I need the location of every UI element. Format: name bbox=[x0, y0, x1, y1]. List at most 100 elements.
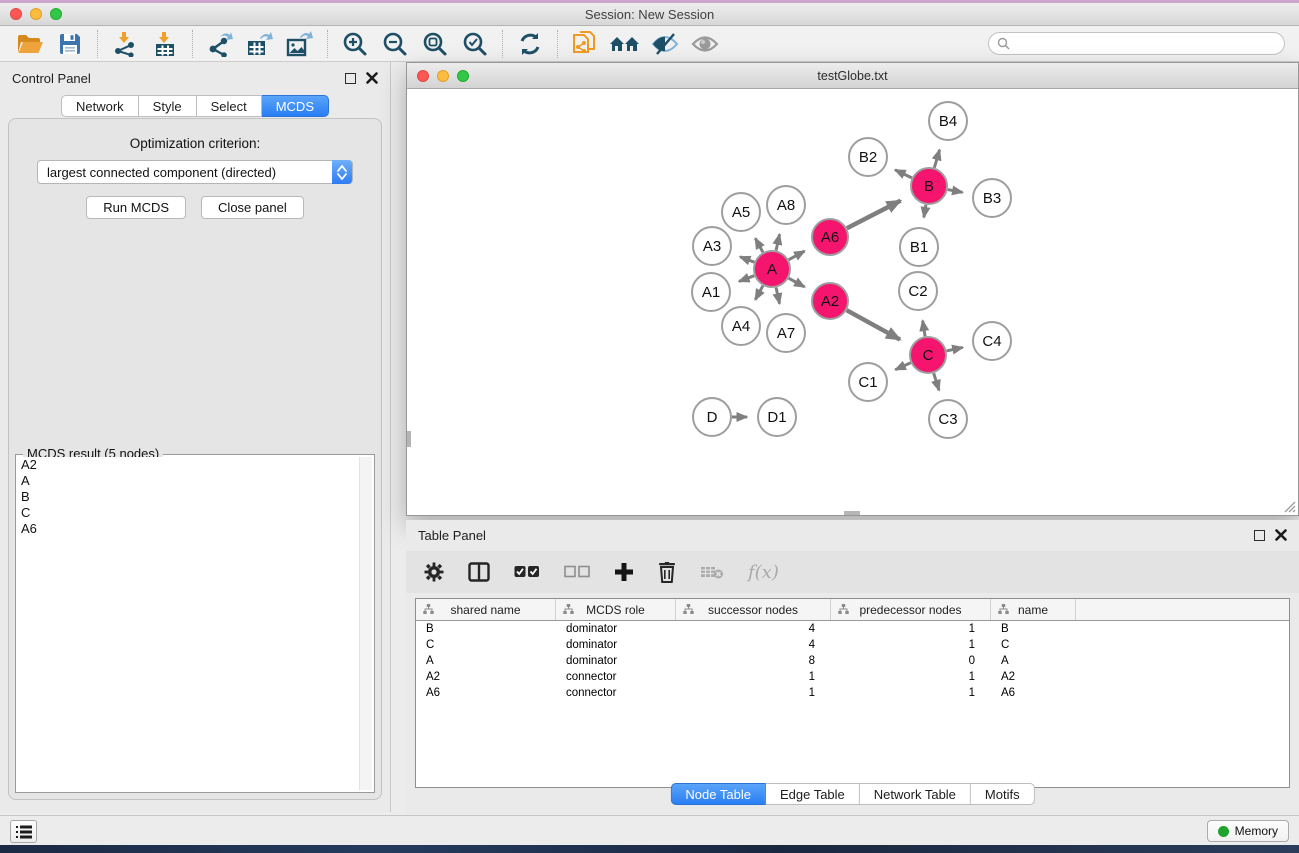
graph-node-C4[interactable]: C4 bbox=[972, 321, 1012, 361]
clone-network-icon[interactable] bbox=[565, 28, 605, 60]
graph-node-A7[interactable]: A7 bbox=[766, 313, 806, 353]
zoom-selected-icon[interactable] bbox=[455, 28, 495, 60]
graph-edge-C-C1[interactable] bbox=[895, 363, 910, 370]
table-row[interactable]: A2connector11A2 bbox=[416, 669, 1289, 685]
tab-style[interactable]: Style bbox=[139, 95, 197, 117]
column-header-shared-name[interactable]: shared name bbox=[416, 599, 556, 620]
graph-node-A8[interactable]: A8 bbox=[766, 185, 806, 225]
delete-table-icon[interactable] bbox=[700, 564, 724, 580]
graph-node-C1[interactable]: C1 bbox=[848, 362, 888, 402]
network-window-titlebar[interactable]: testGlobe.txt bbox=[407, 63, 1298, 89]
tab-network-table[interactable]: Network Table bbox=[860, 783, 971, 805]
optimization-criterion-dropdown[interactable]: largest connected component (directed) bbox=[37, 160, 353, 184]
column-header-name[interactable]: name bbox=[991, 599, 1076, 620]
graph-edge-B-B4[interactable] bbox=[934, 150, 939, 168]
export-table-icon[interactable] bbox=[240, 28, 280, 60]
float-table-panel-icon[interactable] bbox=[1254, 530, 1265, 541]
zoom-in-icon[interactable] bbox=[335, 28, 375, 60]
table-row[interactable]: Cdominator41C bbox=[416, 637, 1289, 653]
float-panel-icon[interactable] bbox=[345, 73, 356, 84]
graph-node-C2[interactable]: C2 bbox=[898, 271, 938, 311]
close-panel-icon[interactable] bbox=[366, 72, 378, 84]
close-window-icon[interactable] bbox=[10, 8, 22, 20]
result-item[interactable]: A2 bbox=[18, 457, 358, 473]
graph-node-A5[interactable]: A5 bbox=[721, 192, 761, 232]
table-row[interactable]: A6connector11A6 bbox=[416, 685, 1289, 701]
column-header-MCDS-role[interactable]: MCDS role bbox=[556, 599, 676, 620]
graph-node-A[interactable]: A bbox=[753, 250, 791, 288]
graph-edge-C-C2[interactable] bbox=[923, 321, 925, 337]
table-row[interactable]: Adominator80A bbox=[416, 653, 1289, 669]
resize-grip-icon[interactable] bbox=[1282, 499, 1296, 513]
graph-edge-A6-B[interactable] bbox=[847, 201, 901, 229]
network-canvas[interactable]: B4 B2 B B3 A5A8A6 B1 A3 A A1 C2 A2 A4A7 C4 C C1 C3 D D1 bbox=[407, 89, 1298, 515]
graph-edge-A-A8[interactable] bbox=[776, 234, 780, 250]
select-all-checkboxes-icon[interactable] bbox=[514, 565, 540, 579]
graph-edge-A2-C[interactable] bbox=[847, 310, 900, 339]
graph-edge-A-A1[interactable] bbox=[739, 276, 754, 282]
graph-edge-C-C4[interactable] bbox=[947, 347, 963, 351]
zoom-fit-icon[interactable] bbox=[415, 28, 455, 60]
graph-node-C[interactable]: C bbox=[909, 336, 947, 374]
graph-node-A2[interactable]: A2 bbox=[811, 282, 849, 320]
search-input[interactable] bbox=[988, 32, 1285, 55]
maximize-window-icon[interactable] bbox=[50, 8, 62, 20]
canvas-horizontal-scroll-thumb[interactable] bbox=[844, 511, 860, 515]
graph-node-B3[interactable]: B3 bbox=[972, 178, 1012, 218]
tab-select[interactable]: Select bbox=[197, 95, 262, 117]
result-list-scrollbar[interactable] bbox=[359, 457, 372, 790]
save-session-icon[interactable] bbox=[50, 28, 90, 60]
graph-node-B2[interactable]: B2 bbox=[848, 137, 888, 177]
column-split-view-icon[interactable] bbox=[468, 562, 490, 582]
graph-edge-B-B3[interactable] bbox=[948, 190, 963, 193]
function-builder-label[interactable]: f(x) bbox=[748, 562, 779, 583]
close-panel-button[interactable]: Close panel bbox=[201, 196, 304, 219]
tab-node-table[interactable]: Node Table bbox=[670, 783, 766, 805]
graph-node-A6[interactable]: A6 bbox=[811, 218, 849, 256]
show-all-networks-icon[interactable] bbox=[605, 28, 645, 60]
result-item[interactable]: A6 bbox=[18, 521, 358, 537]
graph-edge-A-A3[interactable] bbox=[740, 257, 754, 262]
result-item[interactable]: C bbox=[18, 505, 358, 521]
graph-node-B4[interactable]: B4 bbox=[928, 101, 968, 141]
run-mcds-button[interactable]: Run MCDS bbox=[86, 196, 186, 219]
graph-node-C3[interactable]: C3 bbox=[928, 399, 968, 439]
refresh-layout-icon[interactable] bbox=[510, 28, 550, 60]
tab-edge-table[interactable]: Edge Table bbox=[766, 783, 860, 805]
graph-node-B1[interactable]: B1 bbox=[899, 227, 939, 267]
hide-graphics-details-icon[interactable] bbox=[645, 28, 685, 60]
graph-node-D[interactable]: D bbox=[692, 397, 732, 437]
delete-column-icon[interactable] bbox=[658, 562, 676, 583]
zoom-out-icon[interactable] bbox=[375, 28, 415, 60]
tab-motifs[interactable]: Motifs bbox=[971, 783, 1035, 805]
graph-node-B[interactable]: B bbox=[910, 167, 948, 205]
graph-node-A4[interactable]: A4 bbox=[721, 306, 761, 346]
open-session-icon[interactable] bbox=[10, 28, 50, 60]
graph-edge-C-C3[interactable] bbox=[934, 373, 939, 390]
table-settings-icon[interactable] bbox=[424, 562, 444, 582]
column-header-successor-nodes[interactable]: successor nodes bbox=[676, 599, 831, 620]
tab-mcds[interactable]: MCDS bbox=[262, 95, 329, 117]
graph-edge-A-A5[interactable] bbox=[755, 238, 763, 252]
maximize-network-icon[interactable] bbox=[457, 70, 469, 82]
graph-node-A1[interactable]: A1 bbox=[691, 272, 731, 312]
result-item[interactable]: A bbox=[18, 473, 358, 489]
table-row[interactable]: Bdominator41B bbox=[416, 621, 1289, 637]
import-table-icon[interactable] bbox=[145, 28, 185, 60]
graph-edge-B-B1[interactable] bbox=[924, 205, 926, 218]
export-network-icon[interactable] bbox=[200, 28, 240, 60]
graph-node-A3[interactable]: A3 bbox=[692, 226, 732, 266]
memory-button[interactable]: Memory bbox=[1207, 820, 1289, 842]
deselect-all-checkboxes-icon[interactable] bbox=[564, 565, 590, 579]
graph-edge-B-B2[interactable] bbox=[895, 170, 912, 178]
graph-node-D1[interactable]: D1 bbox=[757, 397, 797, 437]
canvas-vertical-scroll-thumb[interactable] bbox=[407, 431, 411, 447]
graph-edge-A-A4[interactable] bbox=[755, 286, 763, 300]
graph-edge-A-A6[interactable] bbox=[789, 251, 805, 260]
close-table-panel-icon[interactable] bbox=[1275, 529, 1287, 541]
minimize-window-icon[interactable] bbox=[30, 8, 42, 20]
tab-network[interactable]: Network bbox=[61, 95, 139, 117]
column-header-predecessor-nodes[interactable]: predecessor nodes bbox=[831, 599, 991, 620]
graph-edge-A-A2[interactable] bbox=[789, 278, 805, 287]
minimize-network-icon[interactable] bbox=[437, 70, 449, 82]
